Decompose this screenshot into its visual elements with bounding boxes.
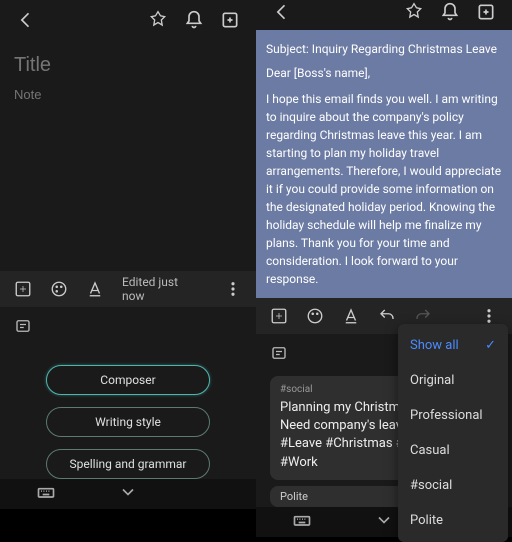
add-icon[interactable] (270, 307, 288, 325)
email-preview[interactable]: Subject: Inquiry Regarding Christmas Lea… (256, 30, 512, 298)
pill-stack: Composer Writing style Spelling and gram… (0, 365, 256, 479)
check-icon: ✓ (485, 338, 496, 353)
bell-icon[interactable] (438, 0, 462, 24)
assist-row-left (0, 307, 256, 339)
pin-icon[interactable] (402, 0, 426, 24)
email-greeting: Dear [Boss's name], (266, 64, 502, 82)
style-menu: Show all ✓ Original Professional Casual … (398, 324, 508, 542)
content-left (0, 40, 256, 271)
left-panel: Edited just now Composer Writing style S… (0, 0, 256, 509)
spelling-grammar-button[interactable]: Spelling and grammar (46, 449, 210, 479)
topbar-right (256, 0, 512, 24)
pin-icon[interactable] (146, 8, 170, 32)
archive-icon[interactable] (218, 8, 242, 32)
more-icon[interactable] (224, 280, 242, 298)
menu-polite[interactable]: Polite (398, 503, 508, 538)
palette-icon[interactable] (306, 307, 324, 325)
writing-style-button[interactable]: Writing style (46, 407, 210, 437)
right-panel: Subject: Inquiry Regarding Christmas Lea… (256, 0, 512, 509)
keyboard-icon[interactable] (36, 482, 56, 506)
menu-original[interactable]: Original (398, 363, 508, 398)
add-icon[interactable] (14, 280, 32, 298)
chevron-down-icon[interactable] (374, 510, 394, 534)
keyboard-icon[interactable] (292, 510, 312, 534)
note-input[interactable] (14, 87, 242, 102)
menu-label: Show all (410, 338, 459, 353)
menu-casual[interactable]: Casual (398, 433, 508, 468)
toolbar-left: Edited just now (0, 271, 256, 307)
menu-professional[interactable]: Professional (398, 398, 508, 433)
more-icon[interactable] (480, 307, 498, 325)
menu-social[interactable]: #social (398, 468, 508, 503)
redo-icon (414, 307, 432, 325)
text-format-icon[interactable] (86, 280, 104, 298)
topbar-left (0, 0, 256, 40)
title-input[interactable] (14, 54, 242, 77)
email-subject: Subject: Inquiry Regarding Christmas Lea… (266, 40, 502, 58)
assist-icon[interactable] (270, 344, 288, 362)
email-body: I hope this email finds you well. I am w… (266, 90, 502, 288)
bell-icon[interactable] (182, 8, 206, 32)
menu-show-all[interactable]: Show all ✓ (398, 328, 508, 363)
back-icon[interactable] (270, 0, 294, 24)
undo-icon[interactable] (378, 307, 396, 325)
edited-label: Edited just now (122, 275, 188, 303)
palette-icon[interactable] (50, 280, 68, 298)
content-right: Subject: Inquiry Regarding Christmas Lea… (256, 24, 512, 537)
back-icon[interactable] (14, 8, 38, 32)
bottombar-left (0, 479, 256, 509)
assist-icon[interactable] (14, 317, 32, 335)
text-format-icon[interactable] (342, 307, 360, 325)
chevron-down-icon[interactable] (118, 482, 138, 506)
composer-button[interactable]: Composer (46, 365, 210, 395)
archive-icon[interactable] (474, 0, 498, 24)
